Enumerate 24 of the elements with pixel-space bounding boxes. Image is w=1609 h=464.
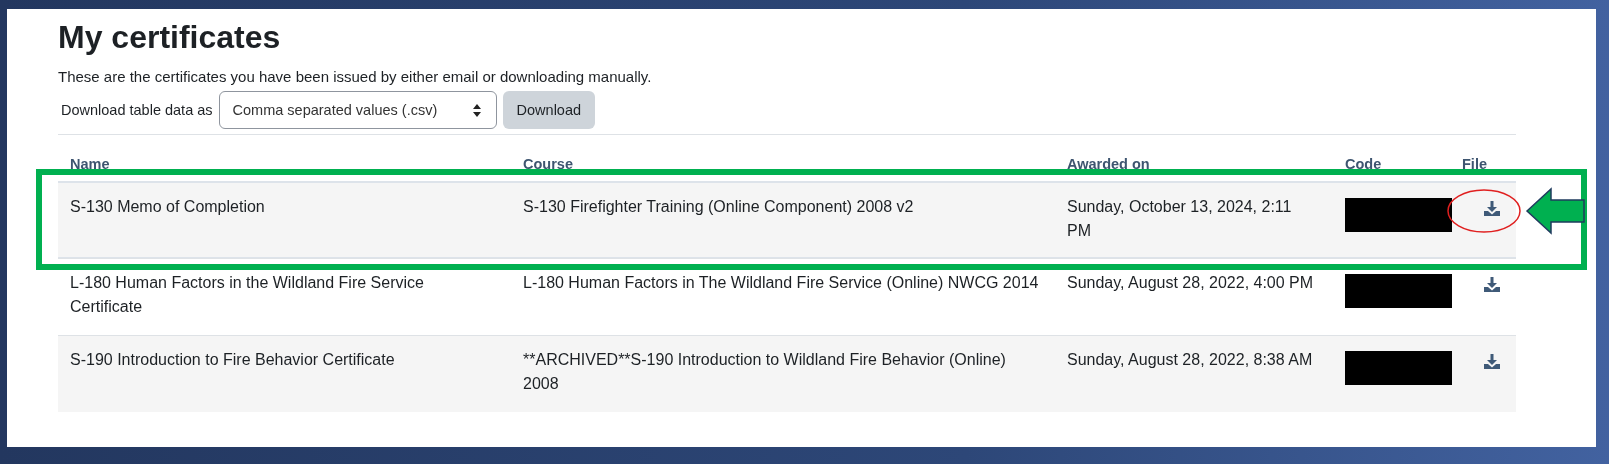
table-cell-text: Sunday, October 13, 2024, 2:11 PM xyxy=(1067,197,1293,241)
updown-caret-icon xyxy=(471,102,482,118)
column-header: Awarded on xyxy=(1067,156,1150,172)
download-label: Download table data as xyxy=(61,102,213,118)
page-description: These are the certificates you have been issued by either email or downloading manually. xyxy=(58,67,653,87)
arrow-annotation xyxy=(1525,187,1586,235)
download-button[interactable]: Download xyxy=(502,91,596,129)
table-cell-text: **ARCHIVED**S-190 Introduction to Wildland Fire Behavior (Online) 2008 xyxy=(523,350,1007,394)
table-cell-text: S-130 Memo of Completion xyxy=(70,197,266,217)
table-cell-text: Sunday, August 28, 2022, 4:00 PM xyxy=(1067,273,1315,293)
column-header: Code xyxy=(1345,156,1382,172)
download-icon[interactable] xyxy=(1484,354,1500,369)
download-icon[interactable] xyxy=(1484,201,1500,216)
table-cell-text: S-130 Firefighter Training (Online Component) 2008 v2 xyxy=(523,197,915,217)
column-header: Name xyxy=(70,156,110,172)
table-cell-text: Sunday, August 28, 2022, 8:38 AM xyxy=(1067,350,1314,370)
table-cell-text: S-190 Introduction to Fire Behavior Certificate xyxy=(70,350,396,370)
table-cell-text: L-180 Human Factors in the Wildland Fire Service Certificate xyxy=(70,273,425,317)
column-header: Course xyxy=(523,156,573,172)
format-select[interactable]: Comma separated values (.csv) xyxy=(218,91,497,129)
page-title: My certificates xyxy=(58,19,282,55)
download-icon[interactable] xyxy=(1484,277,1500,292)
table-cell-text: L-180 Human Factors in The Wildland Fire Service (Online) NWCG 2014 xyxy=(523,273,1040,293)
column-header: File xyxy=(1462,156,1487,172)
